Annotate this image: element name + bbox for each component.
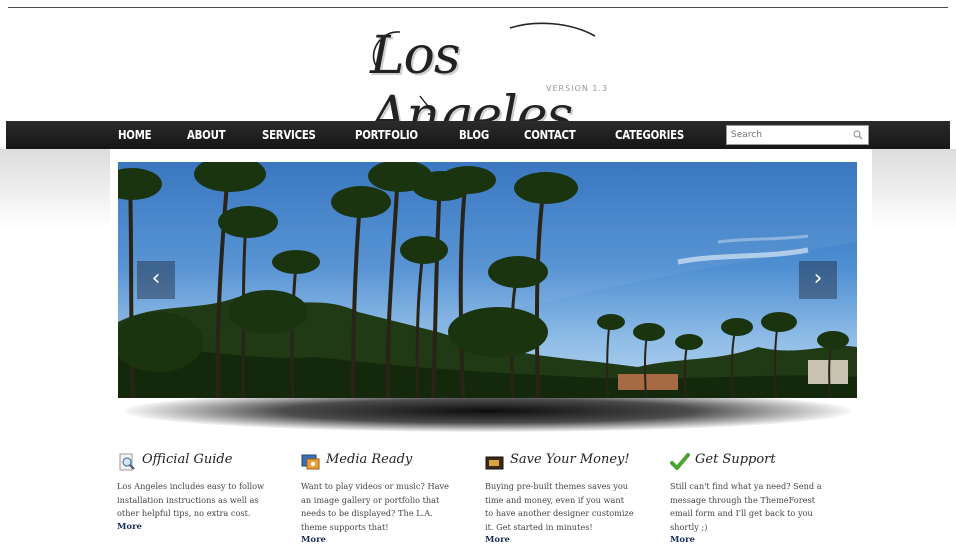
- feature-title: Official Guide: [142, 452, 233, 467]
- feature-line: other helpful tips, no extra cost.: [117, 508, 251, 518]
- feature-line: it. Get started in minutes!: [485, 521, 593, 532]
- feature-line: Want to play videos or music? Have: [301, 481, 449, 491]
- feature-line: time and money, even if you want: [485, 494, 624, 505]
- magnifier-icon[interactable]: [853, 130, 863, 140]
- feature-description: Want to play videos or music? Have an im…: [301, 480, 467, 548]
- checkmark-icon: [670, 453, 690, 470]
- feature-line: shortly ;): [670, 521, 708, 532]
- nav-blog[interactable]: BLOG: [459, 121, 489, 149]
- more-link[interactable]: More: [301, 534, 467, 548]
- nav-about[interactable]: ABOUT: [187, 121, 226, 149]
- nav-categories[interactable]: CATEGORIES: [615, 121, 684, 149]
- nav-home[interactable]: HOME: [118, 121, 152, 149]
- feature-line: message through the ThemeForest: [670, 494, 815, 505]
- money-box-icon: [485, 456, 504, 470]
- image-slider[interactable]: [118, 162, 857, 398]
- nav-portfolio[interactable]: PORTFOLIO: [355, 121, 418, 149]
- feature-line: installation instructions as well as: [117, 494, 259, 505]
- feature-description: Still can't find what ya need? Send a me…: [670, 480, 836, 548]
- feature-line: email form and I'll get back to you: [670, 508, 813, 518]
- feature-title: Media Ready: [326, 452, 413, 467]
- feature-title: Save Your Money!: [510, 452, 630, 467]
- nav-services[interactable]: SERVICES: [262, 121, 316, 149]
- feature-line: Still can't find what ya need? Send a: [670, 481, 822, 491]
- search-input[interactable]: [731, 128, 849, 142]
- slider-next-button[interactable]: ›: [799, 261, 837, 299]
- more-link[interactable]: More: [485, 534, 651, 548]
- feature-line: Buying pre-built themes saves you: [485, 481, 629, 491]
- feature-line: an image gallery or portfolio that: [301, 494, 440, 505]
- site-logo[interactable]: Los Angeles VERSION 1.3: [360, 18, 620, 146]
- feature-line: needs to be displayed? The L.A.: [301, 508, 433, 518]
- feature-line: theme supports that!: [301, 521, 389, 532]
- top-rule: [8, 7, 948, 8]
- magnifier-document-icon: [119, 453, 135, 471]
- logo-version: VERSION 1.3: [546, 84, 609, 93]
- more-link[interactable]: More: [670, 534, 836, 548]
- search-box: [726, 125, 869, 145]
- nav-menu: HOME ABOUT SERVICES PORTFOLIO BLOG CONTA…: [118, 121, 726, 149]
- feature-title: Get Support: [695, 452, 776, 467]
- more-link[interactable]: More: [117, 521, 283, 535]
- media-icon: [301, 454, 320, 470]
- nav-contact[interactable]: CONTACT: [524, 121, 576, 149]
- feature-line: to have another designer customize: [485, 508, 634, 518]
- feature-line: Los Angeles includes easy to follow: [117, 481, 265, 491]
- main-navbar: HOME ABOUT SERVICES PORTFOLIO BLOG CONTA…: [6, 121, 950, 149]
- slider-image-palm-trees: [118, 162, 857, 398]
- slider-prev-button[interactable]: ‹: [137, 261, 175, 299]
- feature-description: Buying pre-built themes saves you time a…: [485, 480, 651, 548]
- feature-description: Los Angeles includes easy to follow inst…: [117, 480, 283, 534]
